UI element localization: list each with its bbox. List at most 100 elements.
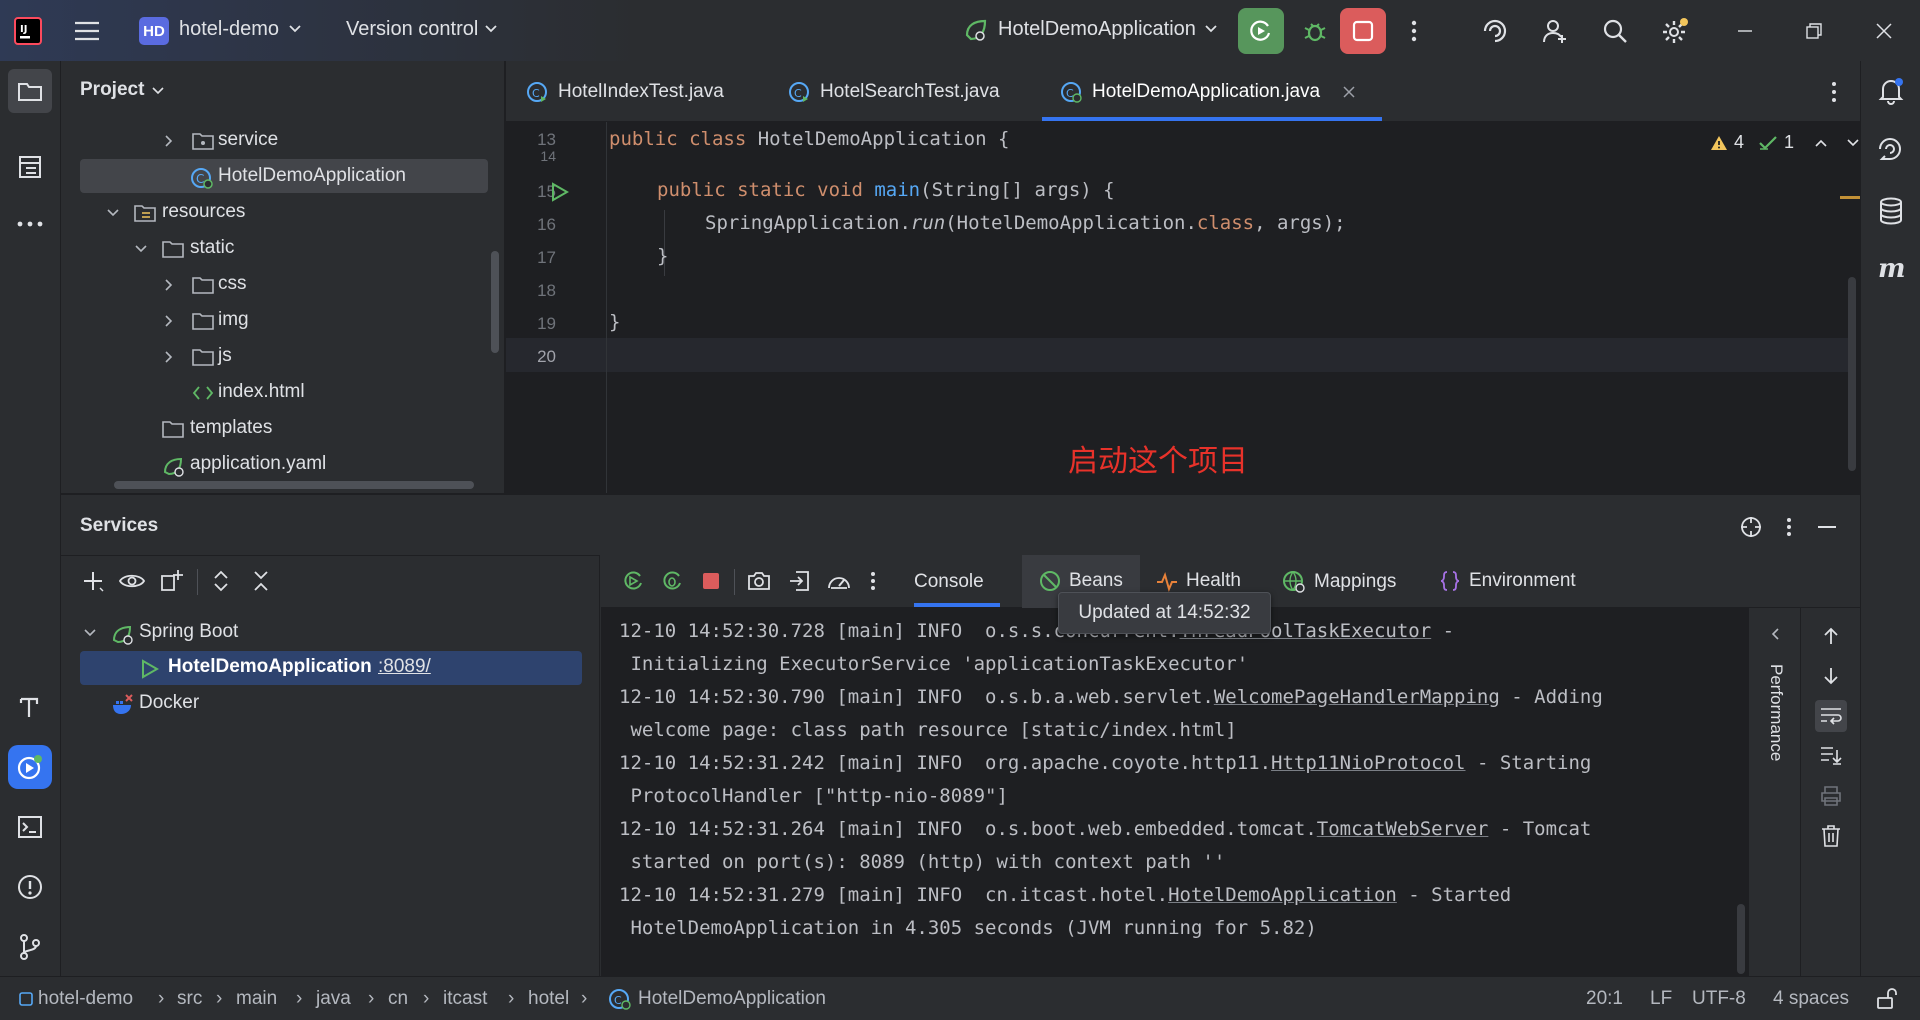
tab-console[interactable]: Console: [914, 571, 984, 593]
services-icon[interactable]: [8, 745, 52, 789]
log-line: 12-10 14:52:31.279 [main] INFO cn.itcast…: [619, 884, 1512, 906]
ai-chat-icon[interactable]: [1873, 133, 1909, 169]
line-number: 13: [537, 130, 556, 149]
build-hammer-icon[interactable]: [12, 689, 48, 725]
rerun-icon[interactable]: [619, 567, 647, 595]
services-title: Services: [80, 515, 159, 536]
breadcrumb-hoteldemoapplication[interactable]: HotelDemoApplication: [638, 988, 826, 1010]
file-encoding[interactable]: UTF-8: [1692, 988, 1746, 1010]
view-options-eye-icon[interactable]: [117, 567, 147, 595]
project-name-menu[interactable]: hotel-demo: [179, 18, 279, 41]
tab-hotelindextest[interactable]: C HotelIndexTest.java: [526, 61, 724, 122]
warning-marker[interactable]: [1840, 196, 1860, 199]
stop-button[interactable]: [1340, 8, 1386, 54]
screenshot-camera-icon[interactable]: [745, 567, 773, 595]
tab-hotelsearchtest[interactable]: C HotelSearchTest.java: [788, 61, 1000, 122]
breadcrumb-sep: ›: [581, 988, 588, 1009]
main-menu-icon[interactable]: [72, 16, 102, 46]
crosshair-icon[interactable]: [1737, 513, 1765, 541]
breadcrumb-itcast[interactable]: itcast: [443, 988, 487, 1010]
breadcrumb-sep: ›: [296, 988, 303, 1009]
line-separator[interactable]: LF: [1650, 988, 1672, 1010]
close-window-icon[interactable]: [1867, 14, 1901, 48]
exit-icon[interactable]: [785, 567, 813, 595]
project-folder-icon[interactable]: [8, 69, 52, 113]
search-icon[interactable]: [1598, 14, 1632, 48]
project-panel-title[interactable]: Project: [80, 79, 144, 101]
restore-window-icon[interactable]: [1797, 14, 1831, 48]
rerun-button[interactable]: [1238, 8, 1284, 54]
maven-icon[interactable]: m: [1873, 251, 1909, 287]
ai-assistant-icon[interactable]: [1478, 14, 1512, 48]
arrow-down-icon[interactable]: [1817, 662, 1845, 690]
notifications-bell-icon[interactable]: [1873, 73, 1909, 109]
profiler-gauge-icon[interactable]: [825, 567, 853, 595]
log-line: Initializing ExecutorService 'applicatio…: [619, 653, 1249, 675]
unlock-icon[interactable]: [1874, 987, 1898, 1011]
git-branch-icon[interactable]: [12, 929, 48, 965]
scroll-to-end-icon[interactable]: [1817, 742, 1845, 770]
run-configuration-selector[interactable]: HotelDemoApplication: [998, 18, 1196, 41]
chevron-left-icon[interactable]: [1763, 624, 1787, 644]
breadcrumb-hotel[interactable]: hotel: [528, 988, 569, 1010]
code-editor[interactable]: 13 14 15 16 17 18 19 20 public class Hot…: [506, 122, 1860, 493]
run-gutter-icon[interactable]: [548, 180, 572, 204]
arrow-up-icon[interactable]: [1817, 622, 1845, 650]
database-icon[interactable]: [1873, 193, 1909, 229]
add-service-icon[interactable]: [79, 567, 107, 595]
stop-icon[interactable]: [697, 567, 725, 595]
tab-health[interactable]: Health: [1156, 570, 1241, 592]
collapse-all-icon[interactable]: [247, 567, 275, 595]
console-scrollbar[interactable]: [1737, 904, 1745, 974]
terminal-icon[interactable]: [12, 809, 48, 845]
log-line: 12-10 14:52:30.728 [main] INFO o.s.s.con…: [619, 620, 1455, 642]
structure-icon[interactable]: [12, 149, 48, 185]
expand-all-icon[interactable]: [207, 567, 235, 595]
services-options-icon[interactable]: [1779, 513, 1799, 541]
project-vertical-scrollbar[interactable]: [491, 251, 499, 353]
tab-hoteldemoapplication[interactable]: C HotelDemoApplication.java: [1060, 61, 1356, 122]
beans-icon: [1040, 571, 1060, 591]
more-tools-icon[interactable]: [12, 209, 48, 239]
test-class-icon: C: [789, 81, 809, 102]
more-actions-icon[interactable]: [1402, 14, 1426, 48]
port-link[interactable]: :8089/: [378, 656, 431, 678]
hide-panel-icon[interactable]: [1813, 513, 1841, 541]
breadcrumb-java[interactable]: java: [316, 988, 351, 1010]
tab-mappings[interactable]: Mappings: [1282, 570, 1396, 594]
tab-environment[interactable]: Environment: [1439, 570, 1576, 592]
new-group-icon[interactable]: [157, 567, 185, 595]
editor-scrollbar[interactable]: [1848, 277, 1856, 471]
console-more-icon[interactable]: [865, 567, 881, 595]
print-icon[interactable]: [1817, 782, 1845, 810]
version-control-menu[interactable]: Version control: [346, 18, 478, 41]
breadcrumb-hotel-demo[interactable]: hotel-demo: [38, 988, 133, 1010]
settings-gear-icon[interactable]: [1658, 14, 1692, 48]
add-user-icon[interactable]: [1538, 14, 1572, 48]
chevron-up-icon: [1815, 139, 1827, 147]
tab-beans[interactable]: Beans: [1039, 570, 1123, 592]
chevron-down-icon: [151, 85, 165, 97]
active-tab-indicator: [1042, 117, 1382, 121]
tab-options-icon[interactable]: [1822, 79, 1846, 105]
close-tab-icon[interactable]: [1342, 85, 1356, 99]
restart-debug-icon[interactable]: [658, 567, 686, 595]
minimize-window-icon[interactable]: [1728, 14, 1762, 48]
problems-icon[interactable]: [12, 869, 48, 905]
performance-label[interactable]: Performance: [1766, 664, 1786, 761]
breadcrumb-cn[interactable]: cn: [388, 988, 408, 1010]
inspection-widget[interactable]: 4 1: [1710, 132, 1860, 153]
indent-setting[interactable]: 4 spaces: [1773, 988, 1849, 1010]
breadcrumb-sep: ›: [158, 988, 165, 1009]
breadcrumb-src[interactable]: src: [177, 988, 202, 1010]
soft-wrap-icon[interactable]: [1815, 700, 1847, 732]
title-bar: IJ HD hotel-demo Version control HotelDe…: [0, 0, 1920, 61]
project-badge: HD: [139, 17, 169, 45]
breadcrumb-main[interactable]: main: [236, 988, 277, 1010]
project-horizontal-scrollbar[interactable]: [114, 481, 474, 489]
line-number: 18: [537, 281, 556, 300]
clear-trash-icon[interactable]: [1817, 822, 1845, 850]
debug-icon[interactable]: [1298, 14, 1332, 48]
console-output[interactable]: 12-10 14:52:30.728 [main] INFO o.s.s.con…: [601, 608, 1748, 976]
caret-position[interactable]: 20:1: [1586, 988, 1623, 1010]
